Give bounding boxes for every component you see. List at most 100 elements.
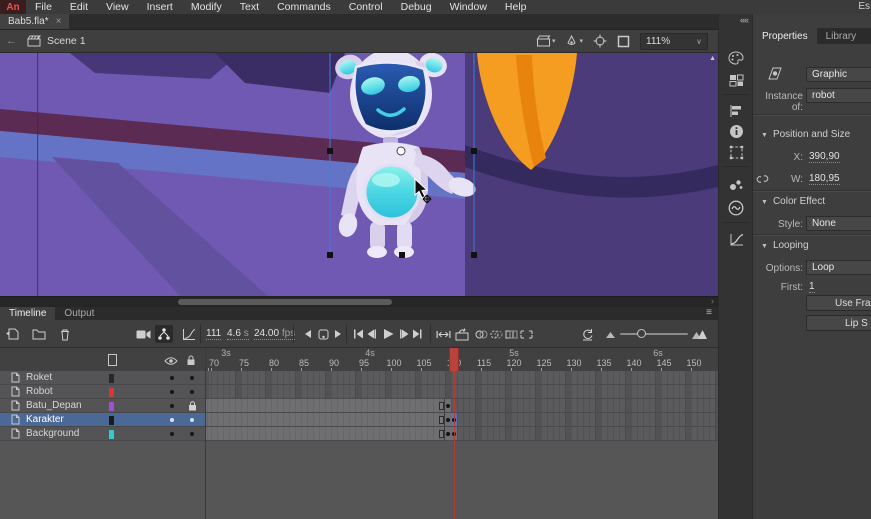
layer-parenting-icon[interactable] bbox=[155, 325, 173, 343]
visibility-column-eye-icon[interactable] bbox=[164, 353, 178, 371]
scroll-right-icon[interactable]: › bbox=[711, 296, 714, 306]
position-size-header[interactable]: ▼Position and Size bbox=[761, 129, 850, 140]
lip-syncing-button[interactable]: Lip S bbox=[806, 315, 871, 331]
menu-commands[interactable]: Commands bbox=[268, 1, 340, 13]
playback-controls[interactable] bbox=[353, 327, 423, 345]
collapse-icon[interactable]: «« bbox=[740, 15, 748, 25]
screens-panel-icon[interactable] bbox=[728, 72, 744, 88]
style-select[interactable]: None bbox=[806, 216, 871, 231]
selection-handle[interactable] bbox=[327, 252, 333, 258]
selection-handle[interactable] bbox=[471, 252, 477, 258]
menu-window[interactable]: Window bbox=[441, 1, 496, 13]
brushes-panel-icon[interactable] bbox=[728, 176, 744, 192]
loop-options-select[interactable]: Loop bbox=[806, 260, 871, 275]
zoom-out-frames-icon[interactable] bbox=[601, 325, 619, 343]
reset-timeline-zoom-icon[interactable] bbox=[578, 325, 596, 343]
zoom-in-frames-icon[interactable] bbox=[691, 325, 709, 343]
animate-logo[interactable]: An bbox=[0, 0, 26, 14]
info-panel-icon[interactable] bbox=[728, 123, 744, 139]
looping-header[interactable]: ▼Looping bbox=[761, 240, 809, 251]
layer-lock-dot[interactable] bbox=[190, 432, 194, 436]
transform-panel-icon[interactable] bbox=[728, 144, 744, 160]
layer-lock-dot[interactable] bbox=[190, 390, 194, 394]
playhead[interactable] bbox=[449, 348, 459, 371]
timeline-zoom-knob[interactable] bbox=[637, 329, 646, 338]
layer-item-batu_depan[interactable]: Batu_Depan bbox=[0, 399, 205, 413]
zoom-level-select[interactable]: 111% ∨ bbox=[640, 33, 708, 50]
first-value[interactable]: 1 bbox=[809, 281, 815, 293]
frame-row-karakter[interactable] bbox=[206, 413, 718, 427]
motion-editor-panel-icon[interactable] bbox=[728, 232, 744, 248]
symbol-type-select[interactable]: Graphic bbox=[806, 67, 871, 82]
layer-outline-color[interactable] bbox=[109, 416, 114, 425]
menu-debug[interactable]: Debug bbox=[392, 1, 441, 13]
panel-menu-icon[interactable]: ≡ bbox=[706, 307, 712, 318]
frame-rate-value[interactable]: 24.00 fps bbox=[254, 328, 295, 340]
outline-color-column-icon[interactable] bbox=[108, 354, 117, 366]
camera-icon[interactable] bbox=[134, 325, 152, 343]
layer-lock-dot[interactable] bbox=[190, 376, 194, 380]
menu-insert[interactable]: Insert bbox=[138, 1, 182, 13]
loop-range-icon[interactable] bbox=[434, 325, 452, 343]
new-folder-icon[interactable] bbox=[30, 325, 48, 343]
w-value[interactable]: 180,95 bbox=[809, 173, 840, 185]
tab-library[interactable]: Library bbox=[817, 28, 866, 44]
modify-markers-icon[interactable] bbox=[517, 325, 535, 343]
stage-hscrollbar[interactable]: › bbox=[0, 296, 718, 307]
new-layer-icon[interactable] bbox=[4, 325, 22, 343]
graph-editor-icon[interactable] bbox=[180, 325, 198, 343]
layer-lock-dot[interactable] bbox=[190, 418, 194, 422]
scroll-up-icon[interactable]: ▲ bbox=[709, 55, 716, 62]
edit-scene-icon[interactable]: ▾ bbox=[536, 35, 556, 47]
frame-row-background[interactable] bbox=[206, 427, 718, 441]
align-panel-icon[interactable] bbox=[728, 103, 744, 119]
step-range-forward-icon[interactable] bbox=[329, 325, 347, 343]
document-tab[interactable]: Bab5.fla* × bbox=[0, 14, 69, 29]
menu-control[interactable]: Control bbox=[340, 1, 392, 13]
layer-visibility-dot[interactable] bbox=[170, 432, 174, 436]
layer-outline-color[interactable] bbox=[109, 374, 114, 383]
layer-visibility-dot[interactable] bbox=[170, 390, 174, 394]
menu-modify[interactable]: Modify bbox=[182, 1, 231, 13]
transform-point[interactable] bbox=[397, 147, 405, 155]
cc-libraries-panel-icon[interactable] bbox=[728, 200, 744, 216]
layer-visibility-dot[interactable] bbox=[170, 376, 174, 380]
workspace-switcher[interactable]: Es bbox=[858, 1, 870, 12]
close-icon[interactable]: × bbox=[56, 16, 62, 27]
tab-timeline[interactable]: Timeline bbox=[0, 307, 55, 320]
selection-handle[interactable] bbox=[327, 148, 333, 154]
layer-item-roket[interactable]: Roket bbox=[0, 371, 205, 385]
scene-name[interactable]: Scene 1 bbox=[47, 35, 86, 47]
menu-text[interactable]: Text bbox=[231, 1, 268, 13]
layer-outline-color[interactable] bbox=[109, 402, 114, 411]
clip-content-icon[interactable] bbox=[617, 35, 630, 48]
selection-handle[interactable] bbox=[399, 252, 405, 258]
frame-row-batu_depan[interactable] bbox=[206, 399, 718, 413]
properties-panel-icon[interactable] bbox=[728, 50, 744, 66]
menu-view[interactable]: View bbox=[97, 1, 138, 13]
frame-span[interactable] bbox=[206, 427, 445, 440]
selection-handle[interactable] bbox=[471, 148, 477, 154]
tab-output[interactable]: Output bbox=[55, 307, 103, 320]
delete-layer-icon[interactable] bbox=[56, 325, 74, 343]
frame-span[interactable] bbox=[206, 399, 445, 412]
menu-help[interactable]: Help bbox=[496, 1, 536, 13]
layer-item-karakter[interactable]: Karakter bbox=[0, 413, 205, 427]
layer-visibility-dot[interactable] bbox=[170, 404, 174, 408]
menu-edit[interactable]: Edit bbox=[61, 1, 97, 13]
color-effect-header[interactable]: ▼Color Effect bbox=[761, 196, 825, 207]
elapsed-time-value[interactable]: 4.6 s bbox=[227, 328, 249, 340]
layer-outline-color[interactable] bbox=[109, 388, 114, 397]
use-frame-picker-button[interactable]: Use Fra bbox=[806, 295, 871, 311]
edit-symbols-icon[interactable]: ▾ bbox=[565, 35, 583, 48]
center-stage-icon[interactable] bbox=[593, 34, 607, 48]
frame-row-robot[interactable] bbox=[206, 385, 718, 399]
instance-name-field[interactable]: robot bbox=[806, 88, 871, 103]
stage[interactable]: ▲ bbox=[0, 53, 718, 296]
tab-properties[interactable]: Properties bbox=[753, 28, 817, 44]
layer-item-background[interactable]: Background bbox=[0, 427, 205, 441]
layer-item-robot[interactable]: Robot bbox=[0, 385, 205, 399]
layer-visibility-dot[interactable] bbox=[170, 418, 174, 422]
layer-outline-color[interactable] bbox=[109, 430, 114, 439]
frame-span[interactable] bbox=[206, 413, 445, 426]
